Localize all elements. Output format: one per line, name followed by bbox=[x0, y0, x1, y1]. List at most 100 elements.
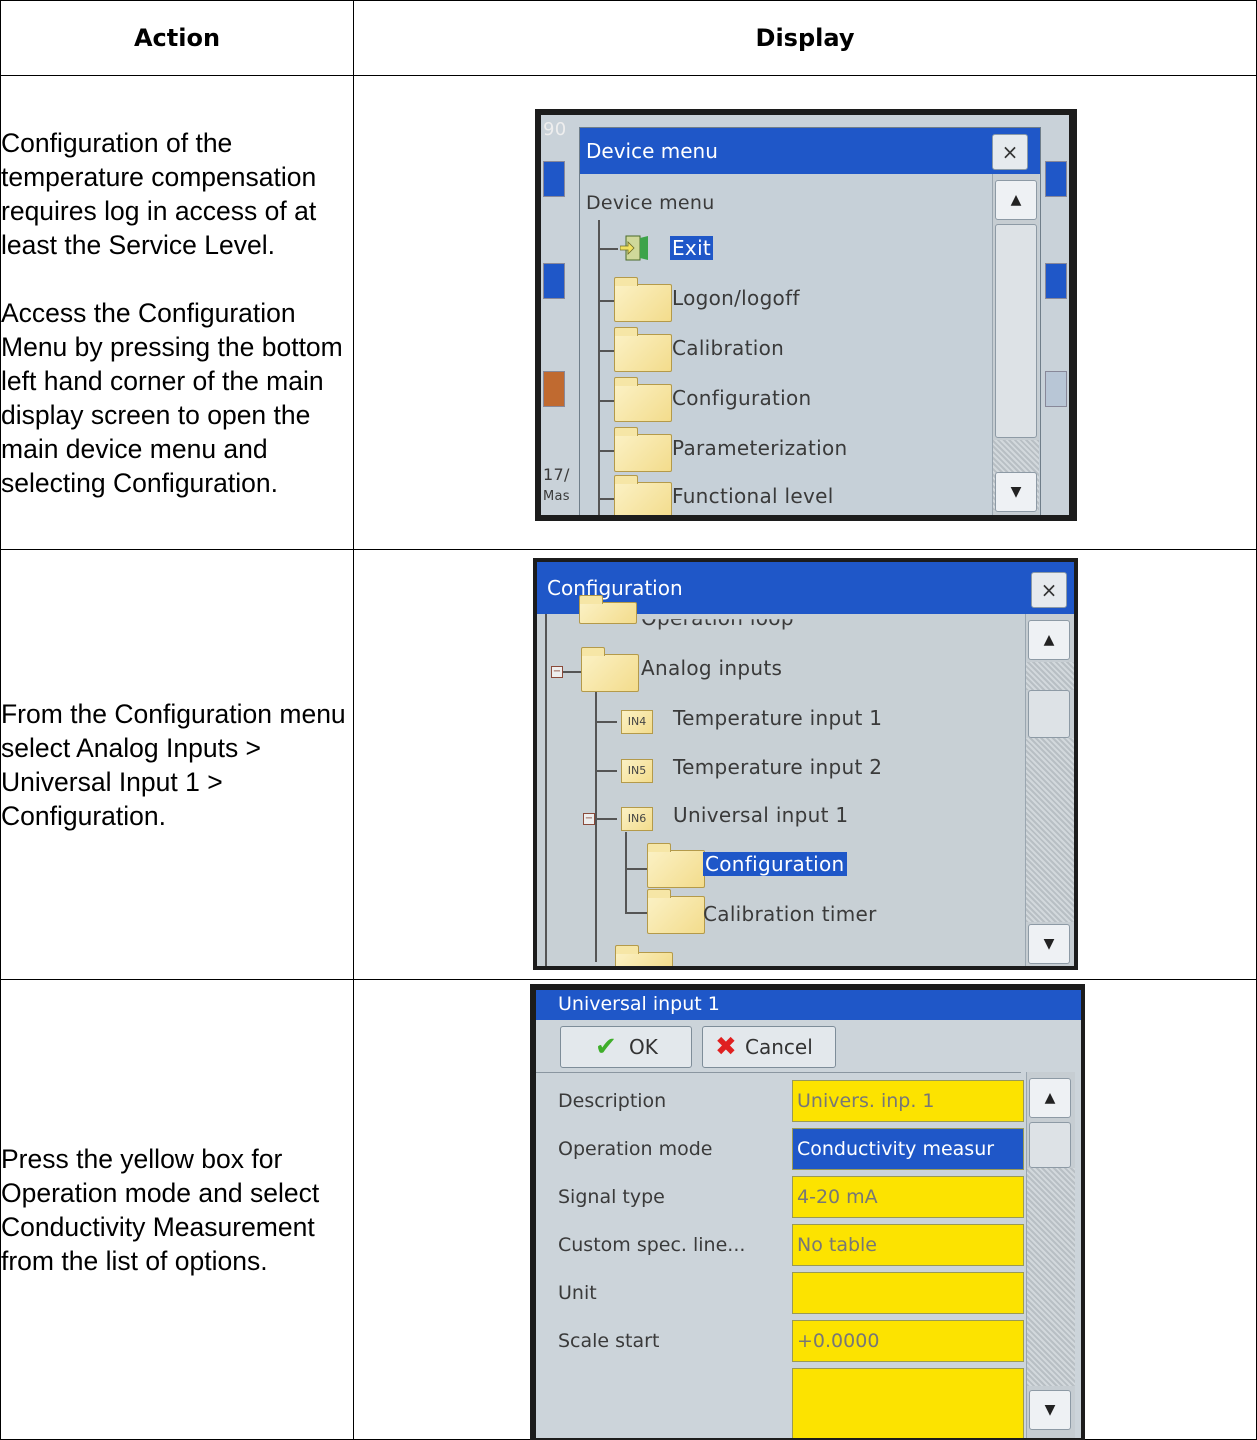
scroll-track bbox=[1026, 662, 1074, 690]
tree-line bbox=[598, 220, 600, 515]
scrollbar[interactable]: ▲ ▼ bbox=[992, 174, 1039, 515]
folder-icon bbox=[615, 945, 673, 966]
tree-line bbox=[597, 818, 617, 820]
input-tag-icon: IN4 bbox=[621, 710, 653, 734]
cancel-button[interactable]: ✖ Cancel bbox=[702, 1026, 836, 1068]
bg-fragment: 90 bbox=[543, 119, 567, 140]
menu-item-functional-level[interactable]: Functional level bbox=[672, 484, 834, 508]
scroll-down-button[interactable]: ▼ bbox=[1029, 1390, 1071, 1430]
scale-start-field[interactable]: +0.0000 bbox=[792, 1320, 1024, 1362]
field-label: Description bbox=[558, 1090, 667, 1112]
step-row-3: Press the yellow box for Operation mode … bbox=[0, 979, 1257, 1440]
field-separator bbox=[536, 1072, 1021, 1073]
unit-field[interactable] bbox=[792, 1272, 1024, 1314]
action-text: Press the yellow box for Operation mode … bbox=[1, 1143, 320, 1276]
scroll-thumb[interactable] bbox=[1028, 690, 1070, 738]
bg-indicator bbox=[543, 161, 565, 197]
action-text: Configuration of the temperature compens… bbox=[1, 127, 317, 260]
checkmark-icon: ✔ bbox=[595, 1032, 617, 1062]
folder-icon bbox=[614, 427, 672, 472]
device-menu-dialog: Device menu × Device menu Exit Logon/log… bbox=[579, 127, 1041, 515]
tree-line bbox=[595, 770, 617, 772]
ok-button[interactable]: ✔ OK bbox=[560, 1026, 692, 1068]
scroll-thumb[interactable] bbox=[995, 224, 1037, 438]
tree-item-analog-inputs[interactable]: Analog inputs bbox=[641, 656, 782, 680]
action-text: From the Configuration menu select Analo… bbox=[1, 698, 346, 831]
menu-item-calibration[interactable]: Calibration bbox=[672, 336, 784, 360]
folder-icon bbox=[579, 595, 637, 624]
collapse-icon[interactable]: − bbox=[583, 813, 595, 825]
cancel-label: Cancel bbox=[745, 1035, 813, 1059]
input-tag-icon: IN6 bbox=[621, 807, 653, 831]
folder-icon bbox=[647, 843, 705, 888]
next-field[interactable] bbox=[792, 1368, 1024, 1438]
menu-item-logon[interactable]: Logon/logoff bbox=[672, 286, 800, 310]
bg-indicator bbox=[1045, 371, 1067, 407]
folder-icon bbox=[614, 327, 672, 372]
tree-line bbox=[545, 614, 547, 966]
tree-item-calibration-timer[interactable]: Calibration timer bbox=[703, 902, 877, 926]
device-menu-screenshot: 90 17/ Mas Device menu × Device menu Exi… bbox=[535, 109, 1077, 521]
scroll-down-button[interactable]: ▼ bbox=[1028, 924, 1070, 964]
tree-item-temperature-input-2[interactable]: Temperature input 2 bbox=[673, 755, 882, 779]
action-cell-1: Configuration of the temperature compens… bbox=[0, 75, 354, 550]
collapse-icon[interactable]: − bbox=[551, 666, 563, 678]
display-cell-1: 90 17/ Mas Device menu × Device menu Exi… bbox=[353, 75, 1257, 550]
close-button[interactable]: × bbox=[992, 134, 1028, 170]
folder-icon bbox=[647, 889, 705, 934]
menu-item-configuration[interactable]: Configuration bbox=[672, 386, 812, 410]
ok-label: OK bbox=[629, 1035, 658, 1059]
description-field[interactable]: Univers. inp. 1 bbox=[792, 1080, 1024, 1122]
tree-line bbox=[595, 721, 617, 723]
signal-type-field[interactable]: 4-20 mA bbox=[792, 1176, 1024, 1218]
scroll-track bbox=[1026, 738, 1074, 922]
bg-indicator bbox=[1045, 161, 1067, 197]
folder-icon bbox=[614, 277, 672, 322]
close-button[interactable]: × bbox=[1031, 572, 1067, 608]
bg-indicator bbox=[1045, 263, 1067, 299]
folder-icon bbox=[581, 647, 639, 692]
folder-icon bbox=[614, 377, 672, 422]
tree-item-temperature-input-1[interactable]: Temperature input 1 bbox=[673, 706, 882, 730]
scrollbar[interactable]: ▲ ▼ bbox=[1026, 1072, 1075, 1438]
universal-input-screenshot: Universal input 1 ✔ OK ✖ Cancel Descript… bbox=[530, 984, 1085, 1440]
step-row-1: Configuration of the temperature compens… bbox=[0, 75, 1257, 550]
device-screen: Configuration × Operation loop − Analog … bbox=[537, 562, 1074, 966]
tree-line bbox=[563, 671, 583, 673]
field-label: Scale start bbox=[558, 1330, 660, 1352]
scroll-up-button[interactable]: ▲ bbox=[1029, 1078, 1071, 1118]
field-label: Custom spec. line... bbox=[558, 1234, 746, 1256]
input-tag-icon: IN5 bbox=[621, 759, 653, 783]
cancel-x-icon: ✖ bbox=[715, 1032, 737, 1062]
action-text: Access the Configuration Menu by pressin… bbox=[1, 297, 343, 498]
scroll-up-button[interactable]: ▲ bbox=[995, 180, 1037, 220]
device-screen: 90 17/ Mas Device menu × Device menu Exi… bbox=[541, 115, 1069, 515]
scroll-down-button[interactable]: ▼ bbox=[995, 472, 1037, 512]
bg-fragment: Mas bbox=[543, 489, 570, 504]
instruction-table: Action Display Configuration of the temp… bbox=[0, 0, 1257, 1440]
scroll-thumb[interactable] bbox=[1029, 1122, 1071, 1168]
dialog-title: Universal input 1 bbox=[558, 993, 720, 1015]
tree-item-universal-input-1[interactable]: Universal input 1 bbox=[673, 803, 848, 827]
action-header: Action bbox=[0, 0, 354, 76]
action-cell-3: Press the yellow box for Operation mode … bbox=[0, 979, 354, 1440]
menu-item-exit[interactable]: Exit bbox=[670, 236, 714, 260]
display-cell-2: Configuration × Operation loop − Analog … bbox=[353, 549, 1257, 980]
device-screen: Universal input 1 ✔ OK ✖ Cancel Descript… bbox=[536, 990, 1081, 1438]
menu-item-parameterization[interactable]: Parameterization bbox=[672, 436, 847, 460]
field-label: Operation mode bbox=[558, 1138, 713, 1160]
exit-door-icon bbox=[619, 234, 650, 262]
custom-spec-field[interactable]: No table bbox=[792, 1224, 1024, 1266]
dialog-titlebar: Device menu × bbox=[580, 128, 1040, 174]
scrollbar[interactable]: ▲ ▼ bbox=[1025, 614, 1074, 966]
dialog-title: Configuration bbox=[547, 576, 683, 600]
tree-item-configuration[interactable]: Configuration bbox=[703, 852, 847, 876]
tree-line bbox=[625, 868, 649, 870]
step-row-2: From the Configuration menu select Analo… bbox=[0, 549, 1257, 980]
tree-line bbox=[625, 832, 627, 912]
tree-line bbox=[598, 248, 618, 250]
tree-line bbox=[625, 912, 649, 914]
scroll-up-button[interactable]: ▲ bbox=[1028, 620, 1070, 660]
dialog-title: Device menu bbox=[586, 139, 718, 163]
operation-mode-field[interactable]: Conductivity measur bbox=[792, 1128, 1024, 1170]
